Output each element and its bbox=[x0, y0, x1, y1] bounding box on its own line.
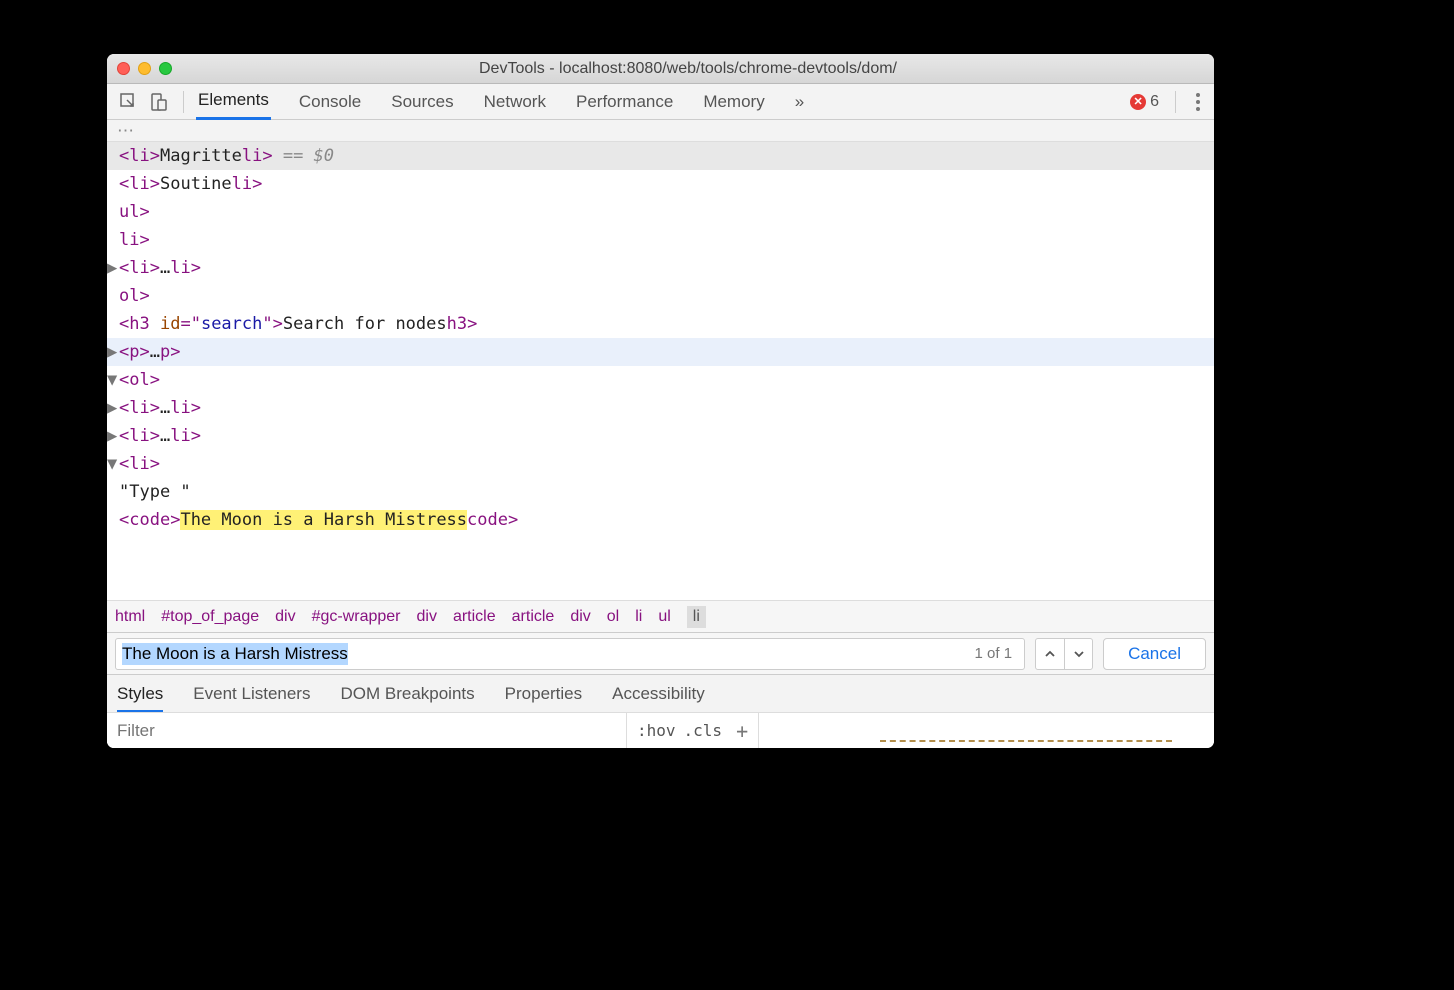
dom-row[interactable]: ▼<ol> bbox=[107, 366, 1214, 394]
new-rule-button[interactable]: + bbox=[730, 719, 748, 743]
zoom-icon[interactable] bbox=[159, 62, 172, 75]
dom-row[interactable]: ▶<p>…p> bbox=[107, 338, 1214, 366]
tab-properties[interactable]: Properties bbox=[505, 676, 582, 712]
breadcrumb-item[interactable]: li bbox=[635, 608, 642, 626]
tab-console[interactable]: Console bbox=[297, 85, 363, 119]
overflow-strip: ⋯ bbox=[107, 120, 1214, 142]
search-box: The Moon is a Harsh Mistress 1 of 1 bbox=[115, 638, 1025, 670]
more-icon[interactable] bbox=[1192, 89, 1204, 115]
search-nav bbox=[1035, 638, 1093, 670]
device-icon[interactable] bbox=[147, 90, 171, 114]
tab-performance[interactable]: Performance bbox=[574, 85, 675, 119]
search-bar: The Moon is a Harsh Mistress 1 of 1 Canc… bbox=[107, 632, 1214, 674]
toolbar-right: ✕ 6 bbox=[1130, 89, 1204, 115]
dom-row[interactable]: li> bbox=[107, 226, 1214, 254]
breadcrumb-bar: html #top_of_page div #gc-wrapper div article… bbox=[107, 600, 1214, 632]
expand-arrow-icon[interactable]: ▶ bbox=[107, 394, 119, 422]
breadcrumb-item[interactable]: #gc-wrapper bbox=[312, 608, 401, 626]
search-next-button[interactable] bbox=[1064, 639, 1092, 669]
close-icon[interactable] bbox=[117, 62, 130, 75]
tab-accessibility[interactable]: Accessibility bbox=[612, 676, 705, 712]
dom-row[interactable]: <h3 id="search">Search for nodesh3> bbox=[107, 310, 1214, 338]
expand-arrow-icon[interactable]: ▼ bbox=[107, 450, 119, 478]
expand-arrow-icon[interactable]: ▼ bbox=[107, 366, 119, 394]
dom-row[interactable]: ▶<li>…li> bbox=[107, 394, 1214, 422]
error-count: 6 bbox=[1150, 93, 1159, 111]
breadcrumb-item[interactable]: #top_of_page bbox=[161, 608, 259, 626]
titlebar: DevTools - localhost:8080/web/tools/chro… bbox=[107, 54, 1214, 84]
tab-memory[interactable]: Memory bbox=[701, 85, 766, 119]
dom-row[interactable]: ▼<li> bbox=[107, 450, 1214, 478]
breadcrumb-item[interactable]: ol bbox=[607, 608, 619, 626]
expand-arrow-icon[interactable]: ▶ bbox=[107, 422, 119, 450]
window-controls bbox=[117, 62, 172, 75]
tab-event-listeners[interactable]: Event Listeners bbox=[193, 676, 310, 712]
dom-row[interactable]: ol> bbox=[107, 282, 1214, 310]
panel-tabs: Elements Console Sources Network Perform… bbox=[196, 83, 806, 120]
inspect-icon[interactable] bbox=[117, 90, 141, 114]
styles-toolbar: :hov .cls + bbox=[107, 712, 1214, 748]
tab-elements[interactable]: Elements bbox=[196, 83, 271, 120]
dom-row[interactable]: <li>Soutineli> bbox=[107, 170, 1214, 198]
search-input[interactable]: The Moon is a Harsh Mistress bbox=[122, 643, 348, 665]
cancel-button[interactable]: Cancel bbox=[1103, 638, 1206, 670]
dom-row[interactable]: ▶<li>…li> bbox=[107, 254, 1214, 282]
styles-filter-input[interactable] bbox=[107, 713, 627, 748]
minimize-icon[interactable] bbox=[138, 62, 151, 75]
breadcrumb-item[interactable]: li bbox=[687, 606, 706, 628]
tabs-overflow[interactable]: » bbox=[793, 85, 806, 119]
dom-row[interactable]: <code>The Moon is a Harsh Mistresscode> bbox=[107, 506, 1214, 534]
sidebar-tabs: Styles Event Listeners DOM Breakpoints P… bbox=[107, 674, 1214, 712]
separator bbox=[183, 91, 184, 113]
dom-row[interactable]: ▶<li>…li> bbox=[107, 422, 1214, 450]
window-title: DevTools - localhost:8080/web/tools/chro… bbox=[172, 60, 1204, 78]
separator bbox=[1175, 91, 1176, 113]
styles-buttons: :hov .cls + bbox=[627, 713, 759, 748]
breadcrumb-item[interactable]: ul bbox=[658, 608, 670, 626]
tab-sources[interactable]: Sources bbox=[389, 85, 455, 119]
breadcrumb-item[interactable]: div bbox=[417, 608, 437, 626]
box-model-preview bbox=[880, 740, 1172, 746]
search-prev-button[interactable] bbox=[1036, 639, 1064, 669]
devtools-window: DevTools - localhost:8080/web/tools/chro… bbox=[107, 54, 1214, 748]
main-toolbar: Elements Console Sources Network Perform… bbox=[107, 84, 1214, 120]
dom-row[interactable]: ul> bbox=[107, 198, 1214, 226]
error-icon: ✕ bbox=[1130, 94, 1146, 110]
expand-arrow-icon[interactable]: ▶ bbox=[107, 338, 119, 366]
breadcrumb-item[interactable]: div bbox=[275, 608, 295, 626]
breadcrumb-item[interactable]: article bbox=[512, 608, 555, 626]
breadcrumb-item[interactable]: article bbox=[453, 608, 496, 626]
breadcrumb-item[interactable]: html bbox=[115, 608, 145, 626]
tab-dom-breakpoints[interactable]: DOM Breakpoints bbox=[340, 676, 474, 712]
dom-tree[interactable]: <li>Magritteli> == $0<li>Soutineli>ul>li… bbox=[107, 142, 1214, 600]
cls-button[interactable]: .cls bbox=[684, 721, 723, 740]
tab-styles[interactable]: Styles bbox=[117, 675, 163, 713]
hov-button[interactable]: :hov bbox=[637, 721, 676, 740]
error-badge[interactable]: ✕ 6 bbox=[1130, 93, 1159, 111]
breadcrumb-item[interactable]: div bbox=[570, 608, 590, 626]
search-result-count: 1 of 1 bbox=[969, 645, 1019, 662]
expand-arrow-icon[interactable]: ▶ bbox=[107, 254, 119, 282]
dom-row[interactable]: "Type " bbox=[107, 478, 1214, 506]
tab-network[interactable]: Network bbox=[482, 85, 548, 119]
dom-row[interactable]: <li>Magritteli> == $0 bbox=[107, 142, 1214, 170]
